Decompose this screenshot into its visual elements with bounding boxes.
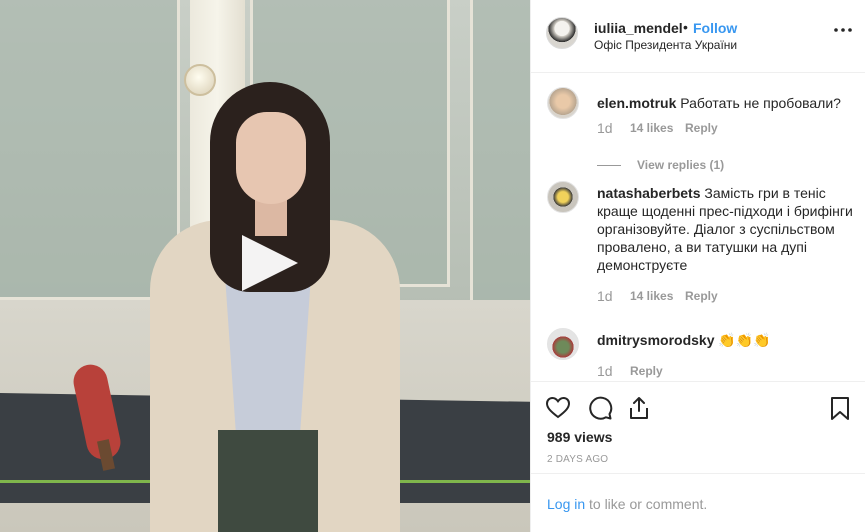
comment-text: elen.motruk Работать не пробовали?: [597, 94, 855, 112]
comment-icon[interactable]: [587, 395, 613, 421]
play-icon[interactable]: [236, 231, 300, 295]
comment-body: Работать не пробовали?: [680, 95, 841, 111]
post-username[interactable]: iuliia_mendel: [594, 20, 683, 36]
heart-icon[interactable]: [545, 395, 571, 421]
comment-text: natashaberbets Замість гри в теніс краще…: [597, 184, 855, 274]
view-replies-label: View replies (1): [637, 158, 725, 172]
reply-button[interactable]: Reply: [685, 289, 718, 303]
divider: [597, 165, 621, 167]
separator-dot: •: [683, 19, 688, 35]
comments-list[interactable]: elen.motruk Работать не пробовали? 1d 14…: [531, 74, 865, 380]
bookmark-icon[interactable]: [827, 395, 853, 421]
wall-panel: [0, 0, 180, 300]
person-face: [236, 112, 306, 204]
comment-likes[interactable]: 14 likes: [630, 121, 673, 135]
post-actions: 989 views 2 DAYS AGO: [531, 381, 865, 473]
login-prompt-text: to like or comment.: [589, 496, 708, 512]
avatar[interactable]: [547, 328, 579, 360]
post-header: iuliia_mendel • Follow Офіс Президента У…: [531, 0, 865, 73]
comment-username[interactable]: dmitrysmorodsky: [597, 332, 714, 348]
comment-time[interactable]: 1d: [597, 120, 613, 136]
view-replies-button[interactable]: View replies (1): [597, 158, 724, 172]
person-pants: [218, 430, 318, 532]
comment-text: dmitrysmorodsky 👏👏👏: [597, 331, 855, 349]
comment-username[interactable]: elen.motruk: [597, 95, 676, 111]
reply-button[interactable]: Reply: [685, 121, 718, 135]
comment-time[interactable]: 1d: [597, 363, 613, 379]
login-bar: Log in to like or comment.: [531, 473, 865, 532]
comment-time[interactable]: 1d: [597, 288, 613, 304]
reply-button[interactable]: Reply: [630, 364, 663, 378]
post-video[interactable]: [0, 0, 530, 532]
follow-button[interactable]: Follow: [693, 20, 737, 36]
avatar[interactable]: [546, 17, 578, 49]
avatar[interactable]: [547, 87, 579, 119]
wall-lamp: [184, 64, 216, 96]
comment-username[interactable]: natashaberbets: [597, 185, 700, 201]
login-link[interactable]: Log in: [547, 496, 585, 512]
share-icon[interactable]: [626, 395, 652, 421]
post-side-panel: iuliia_mendel • Follow Офіс Президента У…: [530, 0, 865, 532]
comment-body: 👏👏👏: [718, 332, 771, 348]
post-date[interactable]: 2 DAYS AGO: [547, 454, 608, 465]
more-icon[interactable]: [833, 25, 853, 35]
comment-likes[interactable]: 14 likes: [630, 289, 673, 303]
avatar[interactable]: [547, 181, 579, 213]
view-count[interactable]: 989 views: [547, 429, 612, 445]
post-location[interactable]: Офіс Президента України: [594, 38, 737, 52]
wall-panel: [470, 0, 530, 307]
